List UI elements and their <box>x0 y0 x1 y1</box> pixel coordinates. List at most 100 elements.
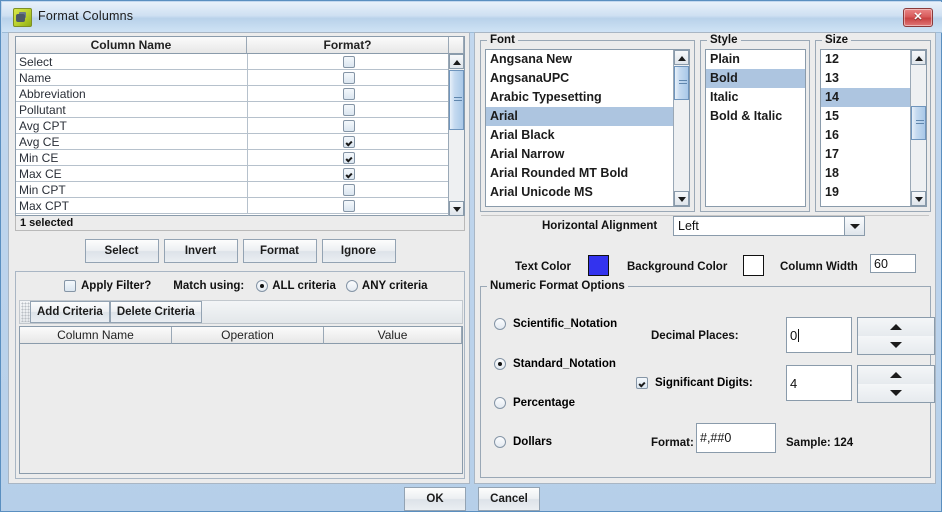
criteria-header-column-name[interactable]: Column Name <box>20 327 172 344</box>
cell-format[interactable] <box>248 150 450 165</box>
spinner-up-button[interactable] <box>858 366 934 385</box>
radio-scientific-notation[interactable]: Scientific_Notation <box>494 318 617 330</box>
scroll-down-button[interactable] <box>911 191 926 206</box>
style-item-plain[interactable]: Plain <box>706 50 805 69</box>
radio-percentage-label: Percentage <box>513 397 576 409</box>
scroll-down-button[interactable] <box>674 191 689 206</box>
font-item-arial-narrow[interactable]: Arial Narrow <box>486 145 675 164</box>
cell-format[interactable] <box>248 54 450 69</box>
font-item-angsanaupc[interactable]: AngsanaUPC <box>486 69 675 88</box>
ok-button[interactable]: OK <box>404 487 466 511</box>
font-item-arial-rounded-mt-bold[interactable]: Arial Rounded MT Bold <box>486 164 675 183</box>
apply-filter-checkbox[interactable]: Apply Filter? <box>64 280 151 292</box>
columns-table-scrollbar[interactable] <box>448 54 464 216</box>
size-item-15[interactable]: 15 <box>821 107 912 126</box>
significant-digits-spinner[interactable] <box>857 365 935 403</box>
table-row[interactable]: Avg CE <box>16 134 450 150</box>
header-format[interactable]: Format? <box>246 37 450 54</box>
size-item-14[interactable]: 14 <box>821 88 912 107</box>
font-item-arial[interactable]: Arial <box>486 107 675 126</box>
cell-format[interactable] <box>248 198 450 213</box>
scrollbar-thumb[interactable] <box>449 70 464 130</box>
background-color-swatch[interactable] <box>743 255 764 276</box>
spinner-down-button[interactable] <box>858 384 934 402</box>
size-list-scrollbar[interactable] <box>910 50 926 206</box>
significant-digits-input[interactable]: 4 <box>786 365 852 401</box>
select-button[interactable]: Select <box>84 239 159 263</box>
dialog-button-bar: OK Cancel <box>2 487 942 511</box>
spinner-up-button[interactable] <box>858 318 934 337</box>
radio-any-criteria-label: ANY criteria <box>361 280 428 292</box>
table-row[interactable]: Min CE <box>16 150 450 166</box>
size-list[interactable]: 12 13 14 15 16 17 18 19 <box>820 49 927 207</box>
radio-percentage[interactable]: Percentage <box>494 397 575 409</box>
size-item-17[interactable]: 17 <box>821 145 912 164</box>
criteria-header-operation[interactable]: Operation <box>172 327 324 344</box>
size-item-16[interactable]: 16 <box>821 126 912 145</box>
column-width-label: Column Width <box>780 261 858 273</box>
checkbox-icon <box>343 151 355 164</box>
table-row[interactable]: Pollutant <box>16 102 450 118</box>
font-item-angsana-new[interactable]: Angsana New <box>486 50 675 69</box>
scroll-up-button[interactable] <box>911 50 926 65</box>
table-row[interactable]: Abbreviation <box>16 86 450 102</box>
cell-format[interactable] <box>248 166 450 181</box>
table-row[interactable]: Select <box>16 54 450 70</box>
font-item-arial-black[interactable]: Arial Black <box>486 126 675 145</box>
size-item-19[interactable]: 19 <box>821 183 912 202</box>
scroll-up-button[interactable] <box>674 50 689 65</box>
decimal-places-input[interactable]: 0 <box>786 317 852 353</box>
cell-format[interactable] <box>248 182 450 197</box>
scrollbar-thumb[interactable] <box>674 66 689 100</box>
drag-grip-icon[interactable] <box>21 302 30 322</box>
alignment-select[interactable]: Left <box>673 216 865 236</box>
text-color-swatch[interactable] <box>588 255 609 276</box>
style-item-bold[interactable]: Bold <box>706 69 805 88</box>
invert-button[interactable]: Invert <box>163 239 238 263</box>
ignore-button[interactable]: Ignore <box>321 239 396 263</box>
scroll-down-button[interactable] <box>449 201 464 216</box>
cell-format[interactable] <box>248 70 450 85</box>
cell-format[interactable] <box>248 134 450 149</box>
table-row[interactable]: Max CE <box>16 166 450 182</box>
cell-format[interactable] <box>248 118 450 133</box>
size-item-18[interactable]: 18 <box>821 164 912 183</box>
radio-all-criteria[interactable]: ALL criteria <box>256 280 336 292</box>
font-list[interactable]: Angsana New AngsanaUPC Arabic Typesetting A… <box>485 49 690 207</box>
scrollbar-thumb[interactable] <box>911 106 926 140</box>
header-column-name[interactable]: Column Name <box>16 37 247 54</box>
size-item-12[interactable]: 12 <box>821 50 912 69</box>
style-item-italic[interactable]: Italic <box>706 88 805 107</box>
style-list[interactable]: Plain Bold Italic Bold & Italic <box>705 49 806 207</box>
radio-dollars[interactable]: Dollars <box>494 436 552 448</box>
column-width-input[interactable]: 60 <box>870 254 916 273</box>
style-item-bold-italic[interactable]: Bold & Italic <box>706 107 805 126</box>
close-button[interactable]: ✕ <box>903 8 933 27</box>
spinner-down-button[interactable] <box>858 336 934 354</box>
left-pane: Column Name Format? Select Name Abbreviati… <box>8 32 470 484</box>
format-input[interactable]: #,##0 <box>696 423 776 453</box>
font-item-arial-unicode-ms[interactable]: Arial Unicode MS <box>486 183 675 202</box>
font-list-scrollbar[interactable] <box>673 50 689 206</box>
cell-format[interactable] <box>248 102 450 117</box>
cancel-button[interactable]: Cancel <box>478 487 540 511</box>
criteria-header-value[interactable]: Value <box>324 327 462 344</box>
table-row[interactable]: Name <box>16 70 450 86</box>
table-row[interactable]: Min CPT <box>16 182 450 198</box>
size-item-13[interactable]: 13 <box>821 69 912 88</box>
sample-label: Sample: 124 <box>786 437 854 449</box>
radio-standard-notation[interactable]: Standard_Notation <box>494 358 616 370</box>
format-button[interactable]: Format <box>242 239 317 263</box>
radio-any-criteria[interactable]: ANY criteria <box>345 280 428 292</box>
font-item-arabic-typesetting[interactable]: Arabic Typesetting <box>486 88 675 107</box>
delete-criteria-button[interactable]: Delete Criteria <box>109 301 202 323</box>
significant-digits-checkbox[interactable]: Significant Digits: <box>636 377 753 389</box>
scroll-up-button[interactable] <box>449 54 464 69</box>
window-title: Format Columns <box>38 9 134 23</box>
decimal-places-spinner[interactable] <box>857 317 935 355</box>
table-row[interactable]: Avg CPT <box>16 118 450 134</box>
table-row[interactable]: Max CPT <box>16 198 450 214</box>
chevron-down-icon[interactable] <box>844 217 864 235</box>
cell-format[interactable] <box>248 86 450 101</box>
add-criteria-button[interactable]: Add Criteria <box>30 301 110 323</box>
